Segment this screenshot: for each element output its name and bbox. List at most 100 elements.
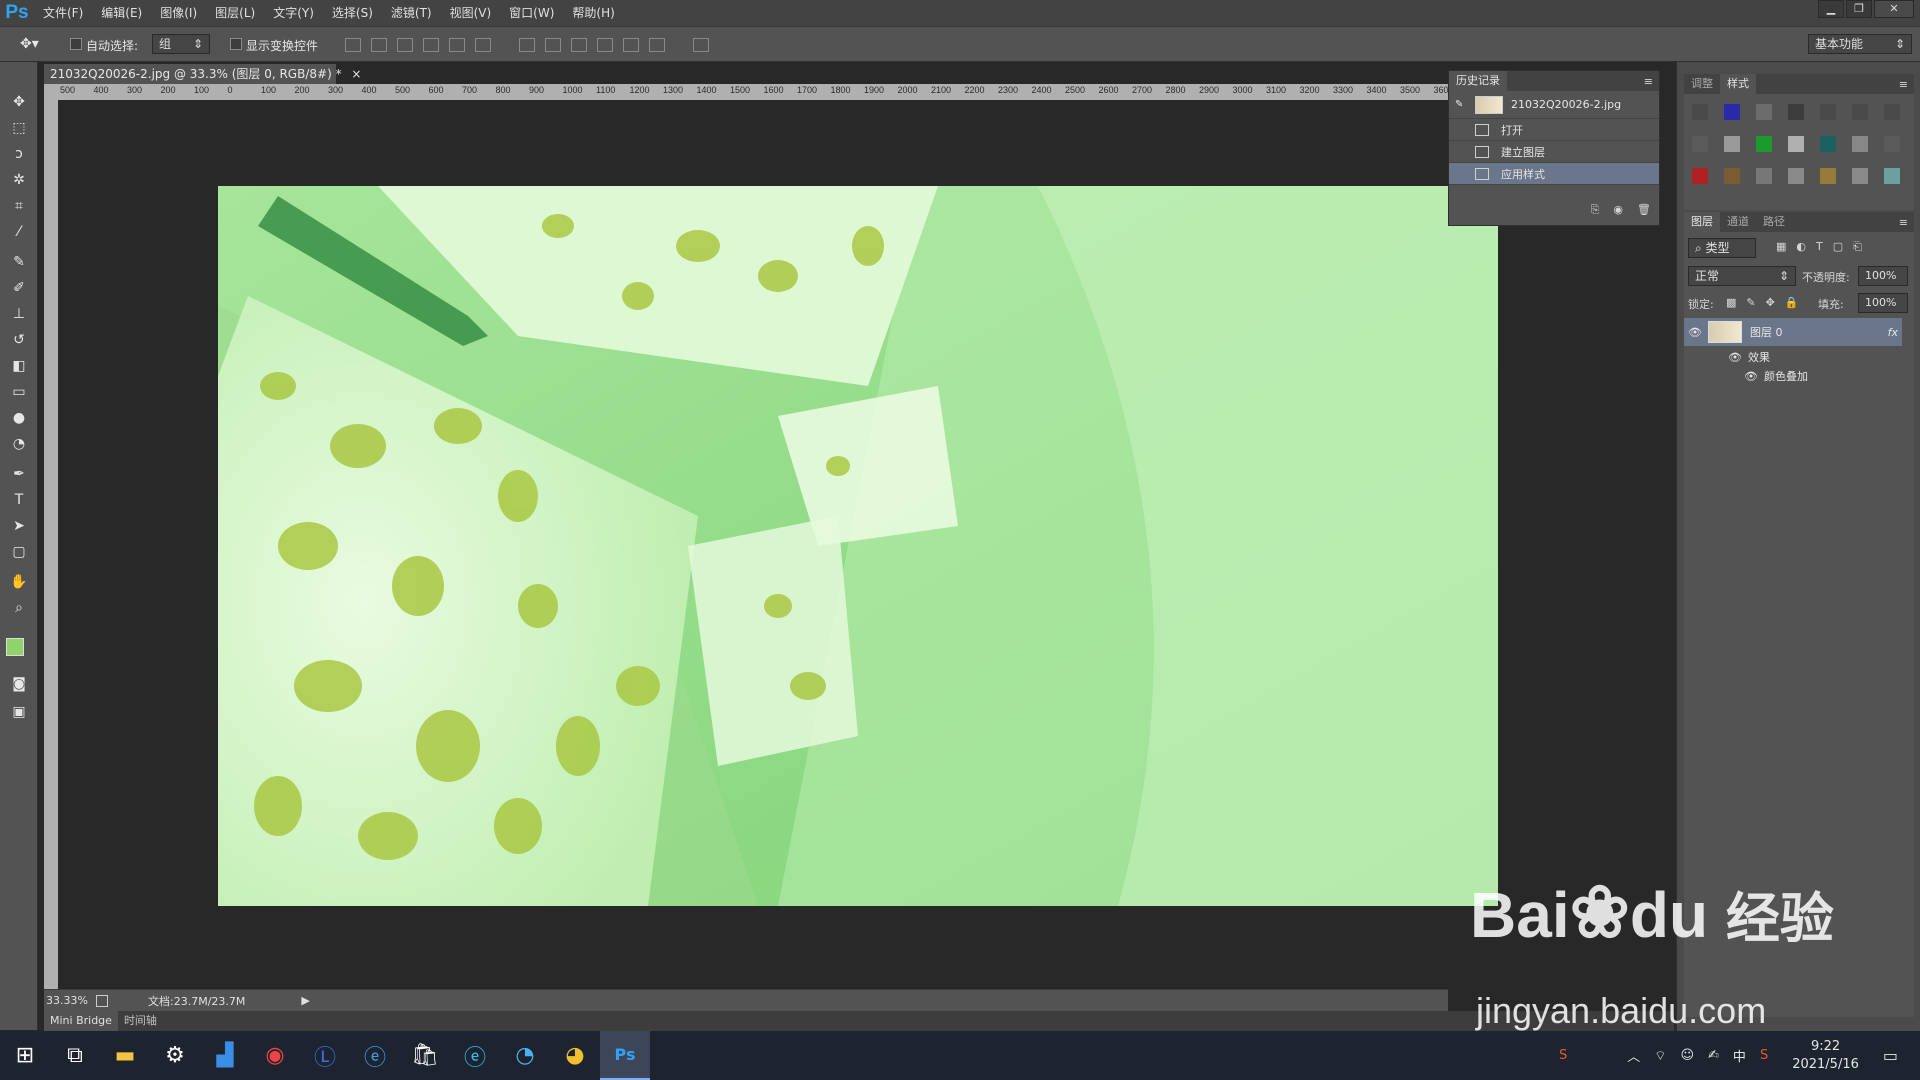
tab-paths[interactable]: 路径 xyxy=(1756,212,1792,232)
style-swatch[interactable] xyxy=(1788,104,1804,120)
style-swatch[interactable] xyxy=(1852,104,1868,120)
layer-row[interactable]: 👁 图层 0 fx xyxy=(1684,318,1902,346)
tab-history[interactable]: 历史记录 xyxy=(1449,71,1507,91)
search-app-icon[interactable]: ◔ xyxy=(500,1031,550,1080)
restore-button[interactable]: ❐ xyxy=(1846,0,1872,18)
type-tool-icon[interactable]: T xyxy=(8,490,30,510)
style-swatch[interactable] xyxy=(1884,168,1900,184)
menu-edit[interactable]: 编辑(E) xyxy=(92,0,151,26)
panel-menu-icon[interactable]: ≡ xyxy=(1899,78,1908,91)
auto-select-checkbox[interactable] xyxy=(70,38,82,53)
style-swatch[interactable] xyxy=(1852,136,1868,152)
layer-fx-icon[interactable]: fx xyxy=(1888,326,1898,339)
align-left-icon[interactable] xyxy=(423,38,439,52)
lasso-tool-icon[interactable]: ↄ xyxy=(8,144,30,164)
tab-channels[interactable]: 通道 xyxy=(1720,212,1756,232)
brush-tool-icon[interactable]: ✐ xyxy=(8,278,30,298)
eye-icon[interactable]: 👁 xyxy=(1744,370,1758,383)
style-swatch[interactable] xyxy=(1692,104,1708,120)
tab-adjustments[interactable]: 调整 xyxy=(1684,74,1720,94)
crop-tool-icon[interactable]: ⌗ xyxy=(8,196,30,216)
type-filter-icon[interactable]: T xyxy=(1816,240,1823,254)
photoshop-taskbar-icon[interactable]: Ps xyxy=(600,1031,650,1080)
distribute-vcenter-icon[interactable] xyxy=(545,38,561,52)
pen-icon[interactable]: ✍ xyxy=(1708,1048,1719,1063)
history-brush-source-icon[interactable]: ✎ xyxy=(1455,99,1467,110)
style-swatch[interactable] xyxy=(1788,136,1804,152)
show-transform-checkbox[interactable] xyxy=(230,38,242,53)
tab-styles[interactable]: 样式 xyxy=(1720,74,1756,94)
panel-menu-icon[interactable]: ≡ xyxy=(1899,216,1908,229)
align-bottom-icon[interactable] xyxy=(397,38,413,52)
distribute-left-icon[interactable] xyxy=(597,38,613,52)
history-brush-icon[interactable]: ↺ xyxy=(8,330,30,350)
path-select-icon[interactable]: ➤ xyxy=(8,516,30,536)
style-swatch[interactable] xyxy=(1724,168,1740,184)
zoom-tool-icon[interactable]: ⌕ xyxy=(8,598,30,618)
close-tab-icon[interactable]: × xyxy=(351,67,361,81)
align-right-icon[interactable] xyxy=(475,38,491,52)
blur-tool-icon[interactable]: ● xyxy=(8,408,30,428)
qq-icon[interactable]: ☺ xyxy=(1680,1048,1694,1063)
align-vcenter-icon[interactable] xyxy=(371,38,387,52)
blend-mode-dropdown[interactable]: 正常 ⇕ xyxy=(1688,266,1796,286)
distribute-hcenter-icon[interactable] xyxy=(623,38,639,52)
chrome-icon[interactable]: ◉ xyxy=(250,1031,300,1080)
green-app-icon[interactable]: ◕ xyxy=(550,1031,600,1080)
ie-browser-icon[interactable]: ⓔ xyxy=(350,1031,400,1080)
wifi-icon[interactable]: ⌔ xyxy=(1654,1048,1666,1064)
eraser-tool-icon[interactable]: ◧ xyxy=(8,356,30,376)
menu-file[interactable]: 文件(F) xyxy=(34,0,92,26)
clock[interactable]: 9:22 2021/5/16 xyxy=(1792,1038,1859,1074)
task-view-icon[interactable]: ⧉ xyxy=(50,1031,100,1080)
layer-effects-row[interactable]: 👁 效果 xyxy=(1684,348,1902,366)
panel-menu-icon[interactable]: ≡ xyxy=(1644,75,1653,88)
edge-app-icon[interactable]: ⓔ xyxy=(450,1031,500,1080)
smart-object-filter-icon[interactable]: ⎗ xyxy=(1853,240,1862,254)
menu-window[interactable]: 窗口(W) xyxy=(500,0,563,26)
quick-mask-icon[interactable]: ◙ xyxy=(8,674,30,694)
status-menu-icon[interactable] xyxy=(96,994,108,1007)
style-swatch[interactable] xyxy=(1756,168,1772,184)
move-tool-icon[interactable]: ✥ xyxy=(8,92,30,112)
sogou-icon[interactable]: S xyxy=(1559,1048,1567,1063)
minimize-button[interactable]: ▁ xyxy=(1818,0,1844,18)
menu-image[interactable]: 图像(I) xyxy=(151,0,206,26)
gradient-tool-icon[interactable]: ▭ xyxy=(8,382,30,402)
tab-mini-bridge[interactable]: Mini Bridge xyxy=(44,1011,118,1031)
file-explorer-icon[interactable]: ▬ xyxy=(100,1031,150,1080)
pen-tool-icon[interactable]: ✒ xyxy=(8,464,30,484)
shape-tool-icon[interactable]: ▢ xyxy=(8,542,30,562)
screen-mode-icon[interactable]: ▣ xyxy=(8,702,30,722)
document-image[interactable] xyxy=(218,186,1498,906)
style-swatch[interactable] xyxy=(1884,136,1900,152)
distribute-right-icon[interactable] xyxy=(649,38,665,52)
distribute-bottom-icon[interactable] xyxy=(571,38,587,52)
dodge-tool-icon[interactable]: ◔ xyxy=(8,434,30,454)
style-swatch[interactable] xyxy=(1692,136,1708,152)
settings-gear-icon[interactable]: ⚙ xyxy=(150,1031,200,1080)
shape-filter-icon[interactable]: ▢ xyxy=(1833,240,1843,254)
notification-icon[interactable]: ▭ xyxy=(1883,1046,1898,1065)
history-item[interactable]: 建立图层 xyxy=(1449,141,1659,163)
photos-app-icon[interactable]: ▟ xyxy=(200,1031,250,1080)
adjustment-filter-icon[interactable]: ◐ xyxy=(1796,240,1806,254)
store-bag-icon[interactable]: 🛍 xyxy=(400,1031,450,1080)
auto-select-dropdown[interactable]: 组 ⇕ xyxy=(152,34,210,54)
eye-icon[interactable]: 👁 xyxy=(1688,326,1708,339)
style-swatch[interactable] xyxy=(1852,168,1868,184)
magic-wand-icon[interactable]: ✲ xyxy=(8,170,30,190)
zoom-level[interactable]: 33.33% xyxy=(46,994,90,1007)
new-document-from-state-icon[interactable]: ⎘ xyxy=(1591,203,1600,217)
layer-filter-dropdown[interactable]: ⌕ 类型 xyxy=(1688,238,1756,258)
distribute-top-icon[interactable] xyxy=(519,38,535,52)
menu-type[interactable]: 文字(Y) xyxy=(264,0,323,26)
tab-layers[interactable]: 图层 xyxy=(1684,212,1720,232)
menu-select[interactable]: 选择(S) xyxy=(323,0,382,26)
history-item[interactable]: 打开 xyxy=(1449,119,1659,141)
menu-help[interactable]: 帮助(H) xyxy=(563,0,623,26)
style-swatch[interactable] xyxy=(1788,168,1804,184)
style-swatch[interactable] xyxy=(1884,104,1900,120)
trash-icon[interactable]: 🗑 xyxy=(1637,203,1651,217)
stamp-tool-icon[interactable]: ⊥ xyxy=(8,304,30,324)
